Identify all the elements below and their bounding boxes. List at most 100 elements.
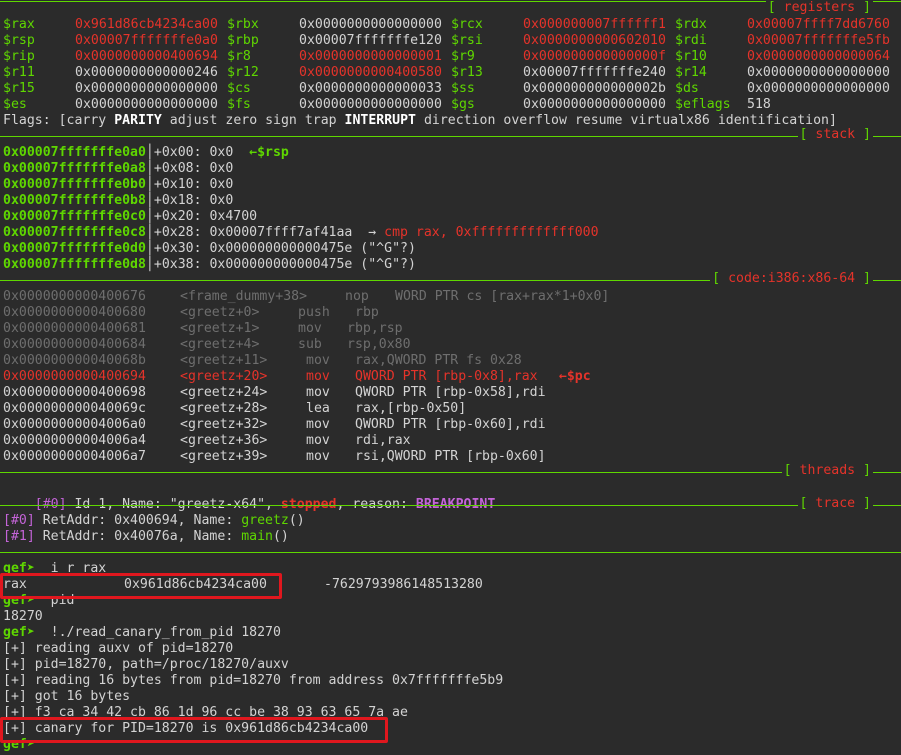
rax-decimal: -7629793986148513280 <box>324 577 483 592</box>
console-output-line: [+] reading auxv of pid=18270 <box>3 641 233 657</box>
flag-virtualx86: virtualx86 <box>630 113 710 128</box>
flag-parity: PARITY <box>114 113 162 128</box>
code-row: 0x000000000040068b <greetz+11> mov rax,QWOR… <box>0 353 901 369</box>
console-output-line: [+] reading 16 bytes from pid=18270 from… <box>3 673 503 689</box>
pc-marker: ←$pc <box>543 369 591 384</box>
stack-row: 0x00007fffffffe0d0│+0x30: 0x000000000000… <box>3 241 416 257</box>
register-name: $rdi <box>675 33 707 48</box>
register-name: $gs <box>451 97 475 112</box>
code-address: 0x0000000000400684 <box>3 337 146 352</box>
stack-value: 0x0 <box>201 161 234 176</box>
register-value: 0x961d86cb4234ca00 <box>75 17 218 32</box>
stack-separator: │ <box>145 177 154 192</box>
code-row: 0x0000000000400676 <frame_dummy+38> nop WOR… <box>0 289 901 305</box>
register-value: 0x000000007ffffff1 <box>523 17 666 32</box>
flag-sep <box>337 113 345 128</box>
flag-carry: carry <box>66 113 107 128</box>
code-label: code:i386:x86-64 <box>728 271 856 286</box>
flag-sep <box>416 113 424 128</box>
stack-address: 0x00007fffffffe0a8 <box>3 161 146 176</box>
register-value: 0x0000000000000000 <box>523 97 666 112</box>
register-name: $r14 <box>675 65 707 80</box>
code-operands: rbp <box>355 305 379 320</box>
register-name: $r15 <box>3 81 35 96</box>
trace-index: [#0] <box>3 513 35 528</box>
code-row: 0x0000000000400684 <greetz+4> sub rsp,0x80 <box>0 337 901 353</box>
flag-identification: identification <box>717 113 829 128</box>
flag-trap: trap <box>304 113 337 128</box>
trace-text: RetAddr: 0x40076a, Name: <box>34 529 242 544</box>
flag-sep <box>710 113 718 128</box>
flag-sign: sign <box>265 113 297 128</box>
stack-annotation: ←$rsp <box>233 145 289 160</box>
flag-sep <box>567 113 575 128</box>
flag-adjust: adjust <box>169 113 218 128</box>
stack-separator: │ <box>145 257 154 272</box>
code-operands: QWORD PTR [rbp-0x8],rax <box>355 369 538 384</box>
code-symbol: <greetz+36> <box>180 433 268 448</box>
code-mnemonic: push <box>298 305 330 320</box>
register-name: $rcx <box>451 17 483 32</box>
code-mnemonic: mov <box>306 433 330 448</box>
stack-separator: │ <box>145 161 154 176</box>
flag-interrupt: INTERRUPT <box>344 113 416 128</box>
flags-prefix: Flags: [ <box>3 113 67 128</box>
register-value: 0x00007fffffffe120 <box>299 33 442 48</box>
context-end-separator <box>0 552 901 553</box>
stack-separator: │ <box>145 241 154 256</box>
register-name: $fs <box>227 97 251 112</box>
trace-function: greetz <box>241 513 289 528</box>
code-symbol: <greetz+4> <box>180 337 260 352</box>
code-mnemonic: nop <box>345 289 369 304</box>
canary-highlight-box <box>0 717 388 743</box>
register-name: $r11 <box>3 65 35 80</box>
register-value: 0x00007fffffffe0a0 <box>75 33 218 48</box>
stack-row: 0x00007fffffffe0d8│+0x38: 0x000000000000… <box>3 257 416 273</box>
stack-offset: +0x10: <box>153 177 202 192</box>
stack-address: 0x00007fffffffe0a0 <box>3 145 146 160</box>
console-command: !./read_canary_from_pid 18270 <box>42 625 281 640</box>
flag-sep <box>162 113 170 128</box>
threads-divider: [ threads ] <box>0 463 901 478</box>
gef-terminal[interactable]: [ registers ] $rax 0x961d86cb4234ca00 $rbx… <box>0 0 901 755</box>
flag-resume: resume <box>574 113 623 128</box>
code-mnemonic: lea <box>306 401 330 416</box>
register-value: 0x000000000000000f <box>523 49 666 64</box>
console-output: 18270 <box>3 609 43 624</box>
code-symbol: <greetz+28> <box>180 401 268 416</box>
stack-offset: +0x18: <box>153 193 202 208</box>
code-operands: QWORD PTR [rbp-0x58],rdi <box>355 385 546 400</box>
flag-direction: direction <box>423 113 496 128</box>
code-address: 0x00000000004006a0 <box>3 417 146 432</box>
register-name: $rbx <box>227 17 259 32</box>
trace-row: [#1] RetAddr: 0x40076a, Name: main() <box>3 529 289 545</box>
code-address: 0x000000000040069c <box>3 401 146 416</box>
flag-overflow: overflow <box>503 113 567 128</box>
register-name: $ss <box>451 81 475 96</box>
stack-value: 0x00007ffff7af41aa → <box>201 225 385 240</box>
console-output-line: [+] got 16 bytes <box>3 689 130 705</box>
stack-row: 0x00007fffffffe0c0│+0x20: 0x4700 <box>3 209 257 225</box>
register-name: $r12 <box>227 65 259 80</box>
threads-label: threads <box>799 463 856 478</box>
register-value: 0x0000000000000000 <box>299 17 442 32</box>
code-symbol: <frame_dummy+38> <box>180 289 308 304</box>
register-name: $r10 <box>675 49 707 64</box>
code-operands: rax,[rbp-0x50] <box>355 401 467 416</box>
stack-separator: │ <box>145 193 154 208</box>
code-operands: QWORD PTR [rbp-0x60],rdi <box>355 417 546 432</box>
register-value: 0x0000000000000064 <box>747 49 890 64</box>
register-value: 0x0000000000000246 <box>75 65 218 80</box>
register-name: $rsp <box>3 33 35 48</box>
register-value: 0x0000000000000000 <box>747 81 890 96</box>
gef-prompt: gef➤ <box>3 625 43 640</box>
stack-separator: │ <box>145 209 154 224</box>
code-mnemonic: mov <box>298 321 322 336</box>
trace-text: RetAddr: 0x400694, Name: <box>34 513 242 528</box>
registers-divider: [ registers ] <box>0 0 901 15</box>
register-name: $rax <box>3 17 35 32</box>
register-name: $rdx <box>675 17 707 32</box>
register-value: 0x0000000000000033 <box>299 81 442 96</box>
trace-row: [#0] RetAddr: 0x400694, Name: greetz() <box>3 513 305 529</box>
register-name: $eflags <box>675 97 731 112</box>
